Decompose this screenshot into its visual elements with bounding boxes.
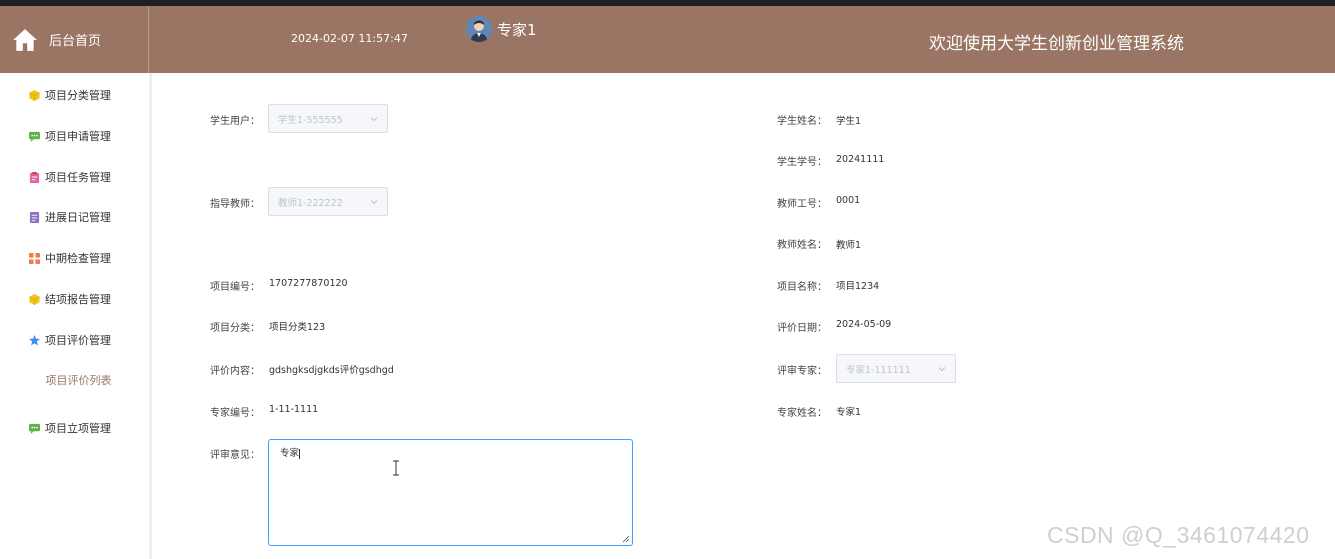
sidebar-item-report[interactable]: 结项报告管理	[0, 287, 149, 311]
sidebar-item-label: 项目立项管理	[45, 422, 111, 435]
student-user-label: 学生用户：	[210, 116, 260, 127]
teacher-name-label: 教师姓名：	[777, 240, 827, 251]
advisor-select[interactable]: 教师1-222222	[268, 187, 388, 216]
expert-name-value: 专家1	[836, 407, 862, 418]
student-name-label: 学生姓名：	[777, 116, 827, 127]
chevron-down-icon	[938, 367, 946, 372]
sidebar-item-label: 中期检查管理	[45, 252, 111, 265]
advisor-label: 指导教师：	[210, 199, 260, 210]
eval-content-label: 评价内容：	[210, 366, 260, 377]
cube-icon	[29, 89, 40, 101]
clipboard-icon	[29, 171, 40, 183]
watermark: CSDN @Q_3461074420	[1047, 522, 1310, 548]
teacher-no-value: 0001	[836, 195, 861, 206]
sidebar-item-application[interactable]: 项目申请管理	[0, 124, 149, 148]
home-link[interactable]: 后台首页	[0, 6, 149, 73]
student-user-select[interactable]: 学生1-555555	[268, 104, 388, 133]
sidebar-item-label: 项目评价管理	[45, 334, 111, 347]
expert-name-label: 专家姓名：	[777, 408, 827, 419]
sidebar-item-task[interactable]: 项目任务管理	[0, 165, 149, 189]
teacher-name-value: 教师1	[836, 240, 862, 251]
sidebar-item-evaluation[interactable]: 项目评价管理	[0, 328, 149, 352]
top-header: 后台首页 2024-02-07 11:57:47 专家1 欢迎使用大学生创新创业…	[0, 6, 1335, 73]
project-no-value: 1707277870120	[269, 278, 348, 289]
review-opinion-text: 专家	[280, 448, 300, 459]
text-caret	[299, 448, 301, 459]
student-no-label: 学生学号：	[777, 157, 827, 168]
review-expert-select[interactable]: 专家1-111111	[836, 354, 956, 383]
chevron-down-icon	[370, 200, 378, 205]
project-category-value: 项目分类123	[269, 322, 326, 333]
sidebar-item-label: 进展日记管理	[45, 211, 111, 224]
current-datetime: 2024-02-07 11:57:47	[291, 32, 408, 45]
student-no-value: 20241111	[836, 154, 885, 165]
text-cursor-icon	[393, 460, 399, 476]
sidebar-item-label: 结项报告管理	[45, 293, 111, 306]
cube-icon	[29, 293, 40, 305]
site-title: 欢迎使用大学生创新创业管理系统	[929, 34, 1184, 54]
sidebar-item-label: 项目申请管理	[45, 130, 111, 143]
teacher-no-label: 教师工号：	[777, 199, 827, 210]
sidebar-item-category[interactable]: 项目分类管理	[0, 83, 149, 107]
home-label: 后台首页	[49, 34, 102, 49]
grid-icon	[29, 252, 40, 264]
home-icon	[13, 28, 37, 51]
sidebar-item-midterm[interactable]: 中期检查管理	[0, 246, 149, 270]
student-name-value: 学生1	[836, 116, 862, 127]
project-category-label: 项目分类：	[210, 323, 260, 334]
document-icon	[29, 211, 40, 223]
project-name-value: 项目1234	[836, 281, 880, 292]
chevron-down-icon	[370, 117, 378, 122]
expert-no-value: 1-11-1111	[269, 404, 319, 415]
sidebar-item-label: 项目任务管理	[45, 171, 111, 184]
review-expert-value: 专家1-111111	[846, 364, 911, 376]
chat-icon	[29, 131, 40, 142]
chat-icon	[29, 423, 40, 434]
eval-date-value: 2024-05-09	[836, 319, 892, 330]
star-icon	[29, 334, 40, 346]
sidebar-item-approval[interactable]: 项目立项管理	[0, 416, 149, 440]
sidebar-divider	[149, 73, 152, 559]
sidebar-item-diary[interactable]: 进展日记管理	[0, 205, 149, 229]
student-user-value: 学生1-555555	[278, 114, 343, 126]
avatar	[466, 16, 492, 42]
resize-handle-icon[interactable]	[622, 535, 630, 543]
review-opinion-label: 评审意见：	[210, 450, 260, 461]
username: 专家1	[497, 20, 537, 39]
expert-no-label: 专家编号：	[210, 408, 260, 419]
project-name-label: 项目名称：	[777, 282, 827, 293]
review-expert-label: 评审专家：	[777, 366, 827, 377]
advisor-value: 教师1-222222	[278, 197, 343, 209]
project-no-label: 项目编号：	[210, 282, 260, 293]
eval-date-label: 评价日期：	[777, 323, 827, 334]
sidebar-subitem-evaluation-list[interactable]: 项目评价列表	[0, 368, 149, 392]
review-opinion-textarea[interactable]: 专家	[268, 439, 633, 546]
sidebar-item-label: 项目分类管理	[45, 89, 111, 102]
user-menu[interactable]: 专家1	[466, 16, 537, 42]
eval-content-value: gdshgksdjgkds评价gsdhgd	[269, 365, 394, 376]
